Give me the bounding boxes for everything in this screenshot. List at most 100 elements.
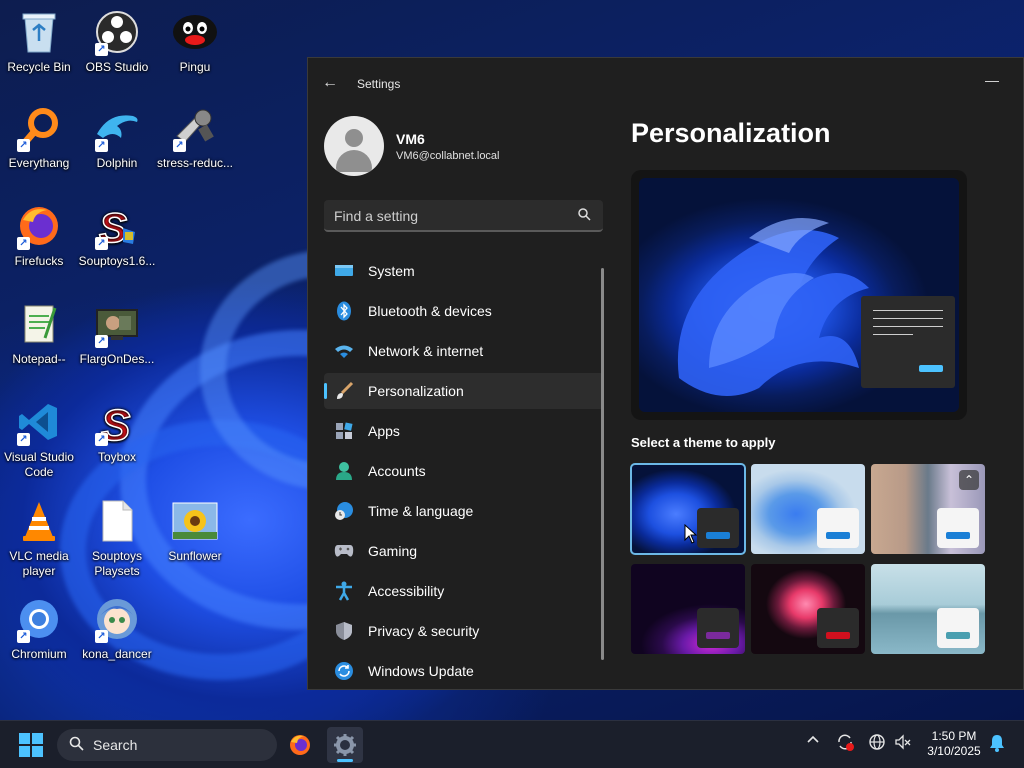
network-globe-icon[interactable] (868, 733, 886, 754)
system-icon (334, 261, 354, 281)
shield-icon (334, 621, 354, 641)
shortcut-arrow-icon: ↗ (95, 630, 108, 643)
minimize-button[interactable]: — (985, 72, 999, 88)
nav-label: Gaming (368, 543, 418, 559)
nav-item-privacy[interactable]: Privacy & security (324, 613, 604, 649)
nav-label: Accessibility (368, 583, 445, 599)
nav-label: Apps (368, 423, 400, 439)
windows-logo-icon (19, 746, 30, 757)
running-indicator (337, 759, 353, 762)
tile-window-card (937, 508, 979, 548)
search-input[interactable] (334, 206, 564, 226)
nav-item-system[interactable]: System (324, 253, 604, 289)
desktop-icon-everythang[interactable]: ↗ Everythang (0, 104, 78, 171)
brush-icon (334, 381, 354, 401)
settings-nav: System Bluetooth & devices Network & int… (324, 253, 604, 689)
windows-logo-icon (32, 746, 43, 757)
sync-alert-icon[interactable] (836, 733, 854, 754)
nav-item-accessibility[interactable]: Accessibility (324, 573, 604, 609)
document-icon (93, 497, 141, 545)
theme-tile-glow[interactable]: ⌃ (871, 464, 985, 554)
nav-label: Accounts (368, 463, 426, 479)
taskbar-app-settings[interactable] (327, 727, 363, 763)
nav-item-windows-update[interactable]: Windows Update (324, 653, 604, 689)
nav-item-time-language[interactable]: Time & language (324, 493, 604, 529)
search-icon (69, 736, 84, 754)
shortcut-arrow-icon: ↗ (95, 43, 108, 56)
shortcut-arrow-icon: ↗ (17, 139, 30, 152)
shortcut-arrow-icon: ↗ (95, 335, 108, 348)
shortcut-arrow-icon: ↗ (17, 630, 30, 643)
desktop-icon-sunflower[interactable]: Sunflower (156, 497, 234, 564)
update-icon (334, 661, 354, 681)
theme-tile-captured-motion[interactable] (631, 564, 745, 654)
search-magnifier-icon: ↗ (15, 104, 63, 152)
nav-item-network[interactable]: Network & internet (324, 333, 604, 369)
theme-section-label: Select a theme to apply (631, 435, 776, 450)
nav-item-apps[interactable]: Apps (324, 413, 604, 449)
profile-name: VM6 (396, 131, 425, 147)
theme-preview (631, 170, 967, 420)
nav-item-gaming[interactable]: Gaming (324, 533, 604, 569)
tile-window-card (937, 608, 979, 648)
stress-icon: ↗ (171, 104, 219, 152)
desktop-icon-stress-reduc[interactable]: ↗ stress-reduc... (156, 104, 234, 171)
clock-time: 1:50 PM (931, 729, 977, 743)
taskbar-search-label: Search (93, 737, 138, 753)
tile-window-card (697, 508, 739, 548)
firefox-icon: ↗ (15, 202, 63, 250)
theme-tile-flow[interactable] (871, 564, 985, 654)
tray-chevron-up-icon[interactable] (806, 733, 820, 750)
preview-line (873, 334, 913, 335)
sunflower-icon (171, 497, 219, 545)
windows-logo-icon (32, 733, 43, 744)
theme-tile-windows-light[interactable] (751, 464, 865, 554)
tile-accent-pill (946, 532, 970, 539)
title-bar: ← Settings — (308, 58, 1023, 108)
nav-label: Personalization (368, 383, 464, 399)
chromium-icon: ↗ (15, 595, 63, 643)
settings-search[interactable] (324, 200, 603, 232)
desktop-icon-pingu[interactable]: Pingu (156, 8, 234, 75)
desktop-icon-vscode[interactable]: ↗ Visual Studio Code (0, 398, 78, 480)
desktop-icon-recycle-bin[interactable]: Recycle Bin (0, 8, 78, 75)
tile-window-card (817, 508, 859, 548)
pingu-icon (171, 8, 219, 56)
nav-item-accounts[interactable]: Accounts (324, 453, 604, 489)
desktop-icon-kona-dancer[interactable]: ↗ kona_dancer (78, 595, 156, 662)
preview-window (861, 296, 955, 388)
mouse-cursor-icon (684, 523, 698, 549)
preview-wallpaper (639, 178, 959, 412)
desktop-icon-souptoys-playsets[interactable]: Souptoys Playsets (78, 497, 156, 579)
back-arrow-icon[interactable]: ← (322, 74, 338, 92)
desktop-icon-chromium[interactable]: ↗ Chromium (0, 595, 78, 662)
nav-scrollbar[interactable] (601, 268, 604, 660)
desktop-icon-vlc[interactable]: VLC media player (0, 497, 78, 579)
desktop-icon-firefucks[interactable]: ↗ Firefucks (0, 202, 78, 269)
desktop-icon-obs[interactable]: ↗ OBS Studio (78, 8, 156, 75)
theme-tile-sunrise[interactable] (751, 564, 865, 654)
taskbar-search[interactable]: Search (57, 729, 277, 761)
desktop-icon-notepad[interactable]: Notepad-- (0, 300, 78, 367)
avatar-body (336, 150, 372, 172)
preview-accent-button (919, 365, 943, 372)
gamepad-icon (334, 541, 354, 561)
taskbar-app-firefox[interactable] (282, 727, 318, 763)
nav-item-personalization[interactable]: Personalization (324, 373, 604, 409)
desktop-icon-flarg[interactable]: ↗ FlargOnDes... (78, 300, 156, 367)
search-icon (578, 208, 591, 224)
apps-icon (334, 421, 354, 441)
avatar[interactable] (324, 116, 384, 176)
desktop-icon-toybox[interactable]: S ↗ Toybox (78, 398, 156, 465)
notification-bell-icon[interactable] (989, 734, 1005, 755)
taskbar-clock[interactable]: 1:50 PM 3/10/2025 (919, 729, 989, 759)
theme-badge-icon: ⌃ (959, 470, 979, 490)
gear-icon (334, 734, 356, 756)
desktop-icon-souptoys[interactable]: S ↗ Souptoys1.6... (78, 202, 156, 269)
nav-item-bluetooth[interactable]: Bluetooth & devices (324, 293, 604, 329)
start-button[interactable] (19, 733, 43, 757)
souptoys-icon: S ↗ (93, 202, 141, 250)
shortcut-arrow-icon: ↗ (17, 433, 30, 446)
volume-muted-icon[interactable] (894, 733, 912, 754)
desktop-icon-dolphin[interactable]: ↗ Dolphin (78, 104, 156, 171)
